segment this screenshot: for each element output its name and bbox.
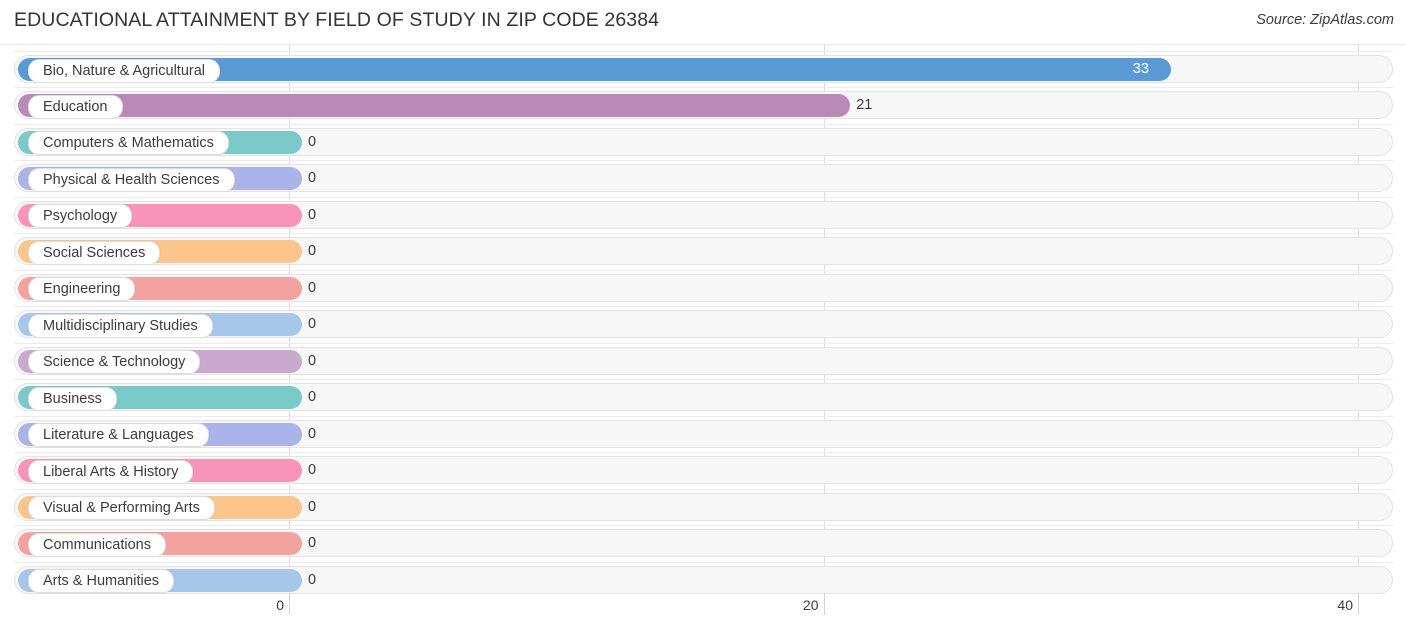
bar-category-label: Multidisciplinary Studies [28,313,213,338]
row-divider [14,87,1393,89]
bar-value-label: 0 [308,425,317,442]
bar-row[interactable]: Liberal Arts & History 0 [0,452,1406,489]
bar-chart-plot-area: Bio, Nature & Agricultural 33 Education 21 C… [0,45,1406,594]
bar-row[interactable]: Science & Technology 0 [0,342,1406,380]
row-divider [14,269,1393,271]
bar-value-label: 0 [308,133,317,150]
row-divider [14,561,1393,563]
bar-row[interactable]: Multidisciplinary Studies 0 [0,306,1406,343]
bar-row[interactable]: Visual & Performing Arts 0 [0,488,1406,526]
row-divider [14,51,1393,52]
bar-category-label: Engineering [28,277,136,302]
bar-row[interactable]: Physical & Health Sciences 0 [0,160,1406,197]
bar-value-label: 0 [308,535,317,552]
row-divider [14,196,1393,198]
bar-value-label: 0 [308,462,317,479]
bar-row[interactable]: Bio, Nature & Agricultural 33 [0,51,1406,88]
bar-row[interactable]: Engineering 0 [0,269,1406,307]
bar-row[interactable]: Business 0 [0,379,1406,416]
row-divider [14,525,1393,527]
row-divider [14,342,1393,344]
bar-value-label: 0 [308,498,317,515]
row-divider [14,123,1393,125]
bar-value-label: 0 [308,316,317,333]
bar-category-label: Physical & Health Sciences [28,167,235,192]
bar-row[interactable]: Computers & Mathematics 0 [0,123,1406,161]
bar-category-label: Social Sciences [28,240,161,265]
bar-category-label: Bio, Nature & Agricultural [28,58,220,83]
source-attribution: Source: ZipAtlas.com [1256,12,1394,28]
row-divider [14,306,1393,308]
axis-tick-20 [823,593,825,615]
bar-value-label: 0 [308,206,317,223]
row-divider [14,233,1393,235]
x-axis: 0 20 40 [0,593,1406,631]
row-divider [14,415,1393,417]
bar-category-label: Science & Technology [28,350,201,375]
bar-row[interactable]: Education 21 [0,87,1406,124]
row-divider [14,488,1393,490]
bar-fill[interactable] [18,94,851,118]
axis-tick-label-20: 20 [802,597,819,613]
bar-category-label: Communications [28,532,166,557]
axis-tick-0 [289,593,290,615]
bar-value-label: 33 [1132,61,1149,77]
bar-row[interactable]: Literature & Languages 0 [0,415,1406,453]
bar-value-label: 0 [308,279,317,296]
bar-category-label: Business [28,386,117,411]
bar-value-label: 0 [308,571,317,588]
row-divider [14,452,1393,454]
bar-category-label: Education [28,94,123,119]
bar-value-label: 0 [308,389,317,406]
bar-value-label: 0 [308,170,317,187]
page-title: EDUCATIONAL ATTAINMENT BY FIELD OF STUDY… [14,9,660,31]
bar-category-label: Arts & Humanities [28,569,175,594]
bar-category-label: Visual & Performing Arts [28,496,215,521]
chart-header: EDUCATIONAL ATTAINMENT BY FIELD OF STUDY… [0,0,1406,45]
axis-tick-label-40: 40 [1337,597,1353,613]
bar-row[interactable]: Communications 0 [0,525,1406,562]
axis-tick-40 [1358,593,1359,615]
bar-row[interactable]: Social Sciences 0 [0,233,1406,270]
row-divider [14,160,1393,162]
bar-row[interactable]: Psychology 0 [0,196,1406,234]
bar-value-label: 0 [308,243,317,260]
bar-value-label: 0 [308,352,317,369]
bar-category-label: Liberal Arts & History [28,459,194,484]
row-divider [14,379,1393,381]
bar-category-label: Psychology [28,204,133,229]
bar-value-label: 21 [856,97,873,114]
bar-category-label: Computers & Mathematics [28,131,229,156]
axis-tick-label-0: 0 [276,597,284,613]
bar-category-label: Literature & Languages [28,423,209,448]
